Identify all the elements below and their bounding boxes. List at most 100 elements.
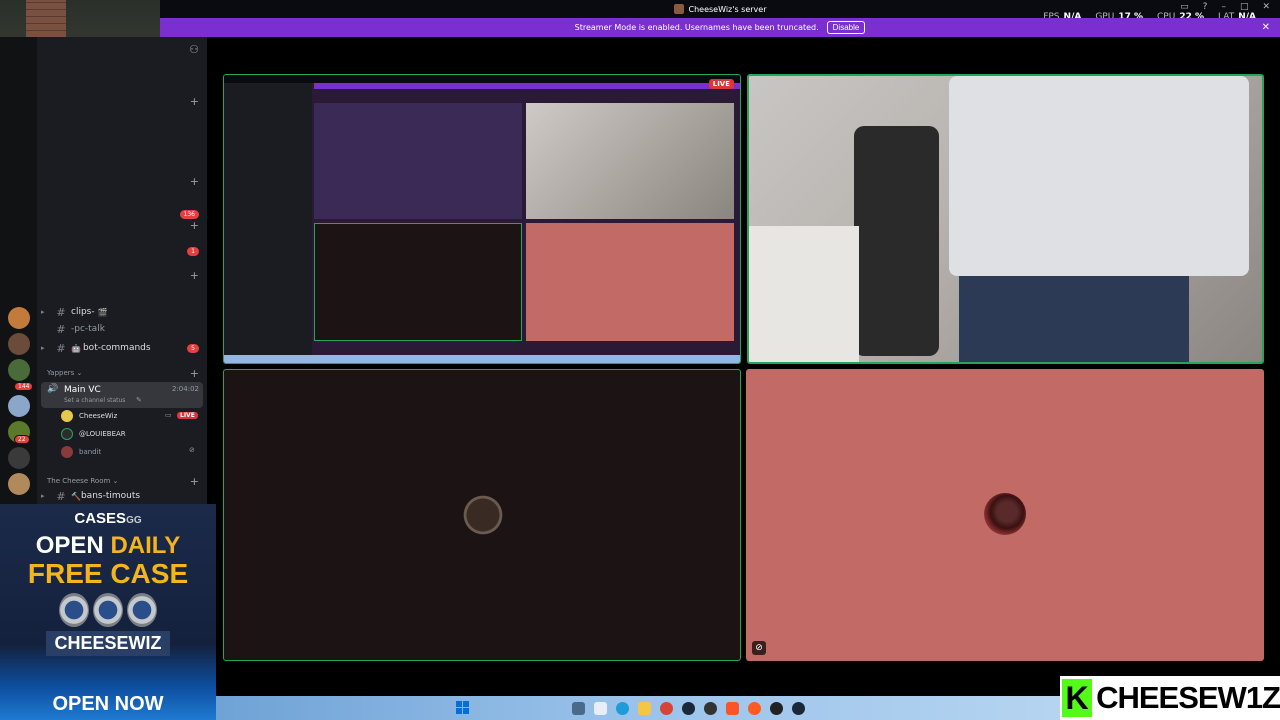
nested-banner	[314, 83, 740, 89]
kick-brand: K CHEESEW1Z	[1060, 676, 1280, 720]
channel-bans-timouts[interactable]: ▸ # 🔨 bans-timouts	[41, 487, 201, 505]
unread-badge-1: 1	[187, 247, 199, 256]
channel-pc-talk[interactable]: # -pc-talk	[41, 320, 201, 338]
chrome-icon[interactable]	[659, 701, 673, 715]
ad-watches	[0, 593, 216, 627]
voice-user-name: CheeseWiz	[79, 412, 118, 420]
unread-badge-136: 136	[179, 210, 199, 219]
channel-name: clips-	[71, 307, 95, 317]
hash-icon: #	[56, 489, 66, 503]
cam-table	[749, 226, 859, 362]
live-badge: LIVE	[177, 412, 198, 419]
speaker-icon: 🔊	[47, 384, 59, 394]
add-channel-icon-5[interactable]: +	[190, 367, 199, 380]
explorer-icon[interactable]	[637, 701, 651, 715]
sponsor-ad: CASESGG OPEN DAILY FREE CASE CHEESEWIZ O…	[0, 504, 216, 720]
participant-tile-bandit[interactable]: ⊘	[746, 369, 1264, 661]
minimize-icon[interactable]: –	[1221, 2, 1226, 12]
add-channel-icon-4[interactable]: +	[190, 269, 199, 282]
collapse-arrow-icon: ▸	[41, 492, 45, 500]
close-window-icon[interactable]: ✕	[1262, 2, 1270, 12]
edge-icon[interactable]	[615, 701, 629, 715]
voice-user-bandit[interactable]: bandit	[61, 444, 101, 460]
maximize-icon[interactable]: □	[1240, 2, 1249, 12]
app-icon-2[interactable]	[747, 701, 761, 715]
server-icon	[673, 4, 684, 14]
server-icon-3[interactable]	[8, 359, 30, 381]
category-yappers[interactable]: Yappers ⌄	[47, 369, 82, 377]
watch-icon	[93, 593, 123, 627]
voice-user-cheesewiz[interactable]: CheeseWiz	[61, 408, 117, 424]
channel-status-placeholder[interactable]: Set a channel status	[64, 397, 125, 404]
participant-avatar	[462, 494, 504, 536]
server-rail: 144 22	[0, 37, 37, 507]
category-cheese-room[interactable]: The Cheese Room ⌄	[47, 477, 118, 485]
cam-shirt	[949, 76, 1249, 276]
rail-badge-mentions: 144	[14, 382, 34, 391]
task-view-icon[interactable]	[593, 701, 607, 715]
streamer-mode-banner: Streamer Mode is enabled. Usernames have…	[160, 18, 1280, 37]
ad-cta: OPEN NOW	[52, 693, 164, 715]
server-icon-4[interactable]	[8, 395, 30, 417]
watch-icon	[127, 593, 157, 627]
voice-user-name: bandit	[79, 448, 102, 456]
server-icon-2[interactable]	[8, 333, 30, 355]
hash-icon: #	[56, 305, 66, 319]
disable-streamer-mode-button[interactable]: Disable	[826, 21, 866, 34]
avatar	[61, 428, 73, 440]
ad-brand: CASESGG	[74, 510, 142, 527]
nested-sidebar	[224, 83, 312, 358]
nested-grid-screen	[314, 103, 522, 219]
banner-text: Streamer Mode is enabled. Usernames have…	[574, 23, 819, 32]
voice-channel-name: Main VC	[64, 385, 101, 395]
voice-user-name: @LOUIEBEAR	[79, 430, 126, 438]
nested-grid-louie	[314, 223, 522, 341]
collapse-arrow-icon: ▸	[41, 344, 45, 352]
start-icon[interactable]	[456, 701, 469, 714]
help-icon[interactable]: ?	[1203, 2, 1208, 12]
add-channel-icon[interactable]: +	[190, 95, 199, 108]
participant-tile-louiebear[interactable]	[223, 369, 741, 661]
edit-status-icon[interactable]: ✎	[136, 396, 142, 404]
add-member-icon[interactable]: ⚇	[189, 43, 199, 56]
add-channel-icon-3[interactable]: +	[190, 219, 199, 232]
app-icon[interactable]	[703, 701, 717, 715]
channel-sidebar: ⚇ + + 136 + 1 + ▸ # clips- 🎬 # -pc-talk …	[37, 37, 207, 507]
server-icon-6[interactable]	[8, 447, 30, 469]
channel-name: bot-commands	[82, 343, 151, 353]
watch-icon	[59, 593, 89, 627]
channel-name: bans-timouts	[80, 491, 141, 501]
camera-tile[interactable]	[747, 74, 1264, 364]
window-title: CheeseWiz's server	[688, 4, 767, 14]
avatar	[61, 446, 73, 458]
ad-promo-code: CHEESEWIZ	[46, 631, 170, 656]
channel-clips[interactable]: ▸ # clips- 🎬	[41, 303, 201, 321]
channel-emoji: 🔨	[71, 491, 81, 501]
brave-icon[interactable]	[725, 701, 739, 715]
server-icon-7[interactable]	[8, 473, 30, 495]
obs-icon[interactable]	[769, 701, 783, 715]
ad-headline-1: OPEN DAILY	[35, 532, 181, 559]
taskbar	[216, 696, 1060, 720]
channel-emoji: 🤖	[71, 343, 81, 353]
ad-headline-2: FREE CASE	[27, 558, 189, 589]
cam-chair	[854, 126, 939, 356]
inbox-icon[interactable]: ▭	[1180, 2, 1189, 12]
widgets-icon[interactable]	[571, 701, 585, 715]
channel-bot-commands[interactable]: ▸ # 🤖 bot-commands	[41, 339, 201, 357]
channel-name: -pc-talk	[71, 324, 105, 334]
voice-user-louiebear[interactable]: @LOUIEBEAR	[61, 426, 126, 442]
steam-icon[interactable]	[681, 701, 695, 715]
server-icon-1[interactable]	[8, 307, 30, 329]
steam-icon-2[interactable]	[791, 701, 805, 715]
voice-channel-main-vc[interactable]: 🔊 Main VC 2:04:02 Set a channel status ✎	[41, 382, 203, 408]
avatar	[61, 410, 73, 422]
collapse-arrow-icon: ▸	[41, 308, 45, 316]
voice-channel-timer: 2:04:02	[172, 385, 199, 393]
add-channel-icon-2[interactable]: +	[190, 175, 199, 188]
screen-share-tile[interactable]: LIVE	[223, 74, 741, 364]
nested-taskbar	[224, 355, 740, 363]
banner-close-icon[interactable]: ✕	[1262, 22, 1270, 33]
window-controls: ▭ ? – □ ✕	[1180, 2, 1270, 12]
hash-icon: #	[56, 322, 66, 336]
